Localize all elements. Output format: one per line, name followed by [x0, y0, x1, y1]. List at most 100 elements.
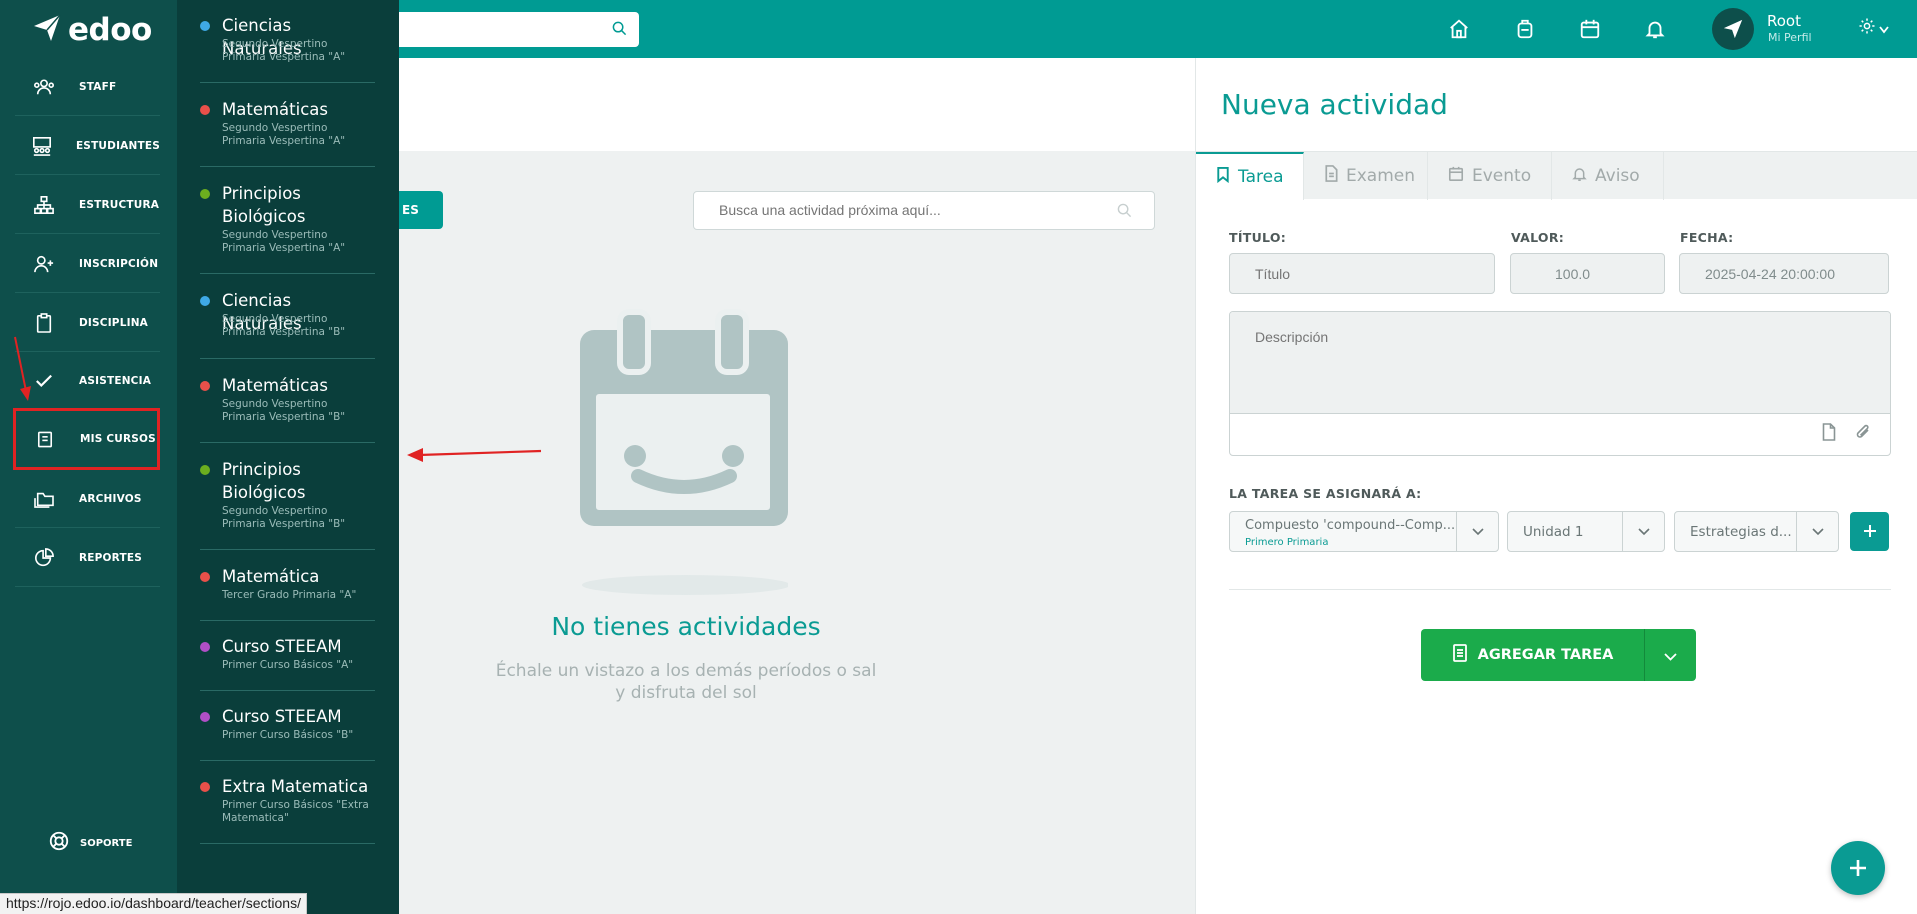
avatar[interactable] [1712, 8, 1754, 50]
add-task-dropdown[interactable] [1645, 646, 1696, 665]
tab-tarea[interactable]: Tarea [1196, 152, 1304, 200]
divider [200, 549, 375, 550]
titulo-field[interactable] [1229, 253, 1495, 294]
add-task-button[interactable]: AGREGAR TAREA [1421, 629, 1645, 681]
fecha-label: FECHA: [1680, 230, 1734, 245]
divider [1229, 589, 1891, 590]
course-section: Tercer Grado Primaria "A" [222, 589, 357, 601]
lifebuoy-icon [48, 830, 70, 856]
course-color-dot [200, 712, 210, 722]
top-search-input[interactable] [380, 12, 639, 47]
nav-item-staff[interactable]: STAFF [15, 58, 160, 116]
floating-add-button[interactable] [1831, 841, 1885, 895]
unit-select-value: Unidad 1 [1523, 524, 1584, 540]
file-icon[interactable] [1821, 423, 1836, 445]
clipboard-icon [31, 312, 57, 333]
document-icon [1324, 165, 1338, 187]
course-name: Matemática [222, 567, 320, 586]
fecha-field[interactable] [1679, 253, 1889, 294]
course-section: Segundo Vespertino Primaria Vespertina "… [222, 398, 346, 423]
user-name[interactable]: Root [1767, 12, 1801, 30]
activity-type-tabs: Tarea Examen Evento Aviso [1196, 151, 1917, 200]
search-icon[interactable] [1117, 203, 1132, 222]
course-section: Primer Curso Básicos "Extra Matematica" [222, 799, 369, 824]
strategy-select[interactable]: Estrategias d... [1674, 511, 1839, 552]
logo[interactable]: edoo [32, 12, 152, 48]
add-assignment-button[interactable] [1850, 512, 1889, 551]
nav-item-estudiantes[interactable]: ESTUDIANTES [15, 117, 160, 175]
valor-label: VALOR: [1511, 230, 1565, 245]
nav-item-archivos[interactable]: ARCHIVOS [15, 470, 160, 528]
nav-label: ESTRUCTURA [79, 198, 160, 211]
classroom-icon [31, 136, 54, 156]
support-link[interactable]: SOPORTE [48, 830, 132, 856]
nav-item-mis-cursos[interactable]: MIS CURSOS [13, 408, 160, 470]
course-select[interactable]: Compuesto 'compound--Comp... Primero Pri… [1229, 511, 1499, 552]
book-icon [32, 430, 58, 449]
assign-label: LA TAREA SE ASIGNARÁ A: [1229, 486, 1422, 501]
valor-field[interactable] [1510, 253, 1665, 294]
course-select-value: Compuesto 'compound--Comp... [1245, 518, 1456, 533]
new-activity-panel: Nueva actividad Tarea Examen Evento Avis… [1195, 58, 1917, 914]
plus-icon [1848, 851, 1868, 886]
nav-label: ASISTENCIA [79, 374, 152, 387]
home-icon[interactable] [1446, 16, 1472, 42]
tab-aviso[interactable]: Aviso [1552, 152, 1664, 200]
course-section: Segundo Vespertino Primaria Vespertina "… [222, 313, 346, 338]
nav-label: ARCHIVOS [79, 492, 142, 505]
chevron-down-icon [1879, 19, 1889, 38]
nav-item-estructura[interactable]: ESTRUCTURA [15, 176, 160, 234]
nav-item-reportes[interactable]: REPORTES [15, 529, 160, 587]
course-name: Curso STEEAM [222, 707, 342, 726]
nav-item-asistencia[interactable]: ASISTENCIA [15, 352, 160, 410]
unit-select[interactable]: Unidad 1 [1507, 511, 1665, 552]
chevron-down-icon [1456, 512, 1498, 551]
bell-icon[interactable] [1642, 16, 1668, 42]
tab-evento[interactable]: Evento [1428, 152, 1552, 200]
user-plus-icon [31, 254, 57, 274]
titulo-input[interactable] [1230, 254, 1494, 293]
activities-filter-button[interactable]: ES [399, 191, 443, 229]
nav-label: STAFF [79, 80, 117, 93]
chevron-down-icon [1796, 512, 1838, 551]
nav-item-disciplina[interactable]: DISCIPLINA [15, 294, 160, 352]
sitemap-icon [31, 195, 57, 215]
activity-search-input[interactable] [719, 202, 1099, 218]
courses-flyout: Ciencias Naturales Segundo Vespertino Pr… [177, 0, 399, 914]
activity-search[interactable] [693, 191, 1155, 230]
tab-examen[interactable]: Examen [1304, 152, 1428, 200]
course-name: Matemáticas [222, 376, 328, 395]
course-section: Primer Curso Básicos "A" [222, 659, 354, 671]
settings-menu[interactable] [1858, 17, 1889, 39]
tab-label: Tarea [1238, 167, 1284, 187]
course-name: Extra Matematica [222, 777, 369, 796]
descripcion-editor[interactable] [1229, 311, 1891, 456]
course-name: Principios Biológicos [222, 184, 306, 226]
chevron-down-icon [1622, 512, 1664, 551]
logo-text: edoo [68, 12, 152, 48]
course-color-dot [200, 105, 210, 115]
add-task-button-group: AGREGAR TAREA [1421, 629, 1696, 681]
course-color-dot [200, 465, 210, 475]
check-icon [31, 373, 57, 389]
empty-calendar-illustration [580, 309, 788, 595]
bell-icon [1572, 166, 1587, 187]
users-icon [31, 78, 57, 96]
course-select-sub: Primero Primaria [1245, 537, 1329, 548]
course-section: Segundo Vespertino Primaria Vespertina "… [222, 505, 346, 530]
fecha-input[interactable] [1680, 254, 1888, 293]
paperclip-icon[interactable] [1854, 423, 1872, 445]
course-color-dot [200, 189, 210, 199]
folders-icon [31, 490, 57, 508]
course-color-dot [200, 21, 210, 31]
calendar-icon[interactable] [1577, 16, 1603, 42]
annotation-arrow-icon [407, 448, 542, 462]
descripcion-input[interactable] [1230, 312, 1890, 414]
panel-title: Nueva actividad [1221, 88, 1448, 121]
nav-item-inscripcion[interactable]: INSCRIPCIÓN [15, 235, 160, 293]
backpack-icon[interactable] [1512, 16, 1538, 42]
valor-input[interactable] [1511, 254, 1664, 293]
profile-link[interactable]: Mi Perfil [1768, 31, 1812, 44]
tab-label: Evento [1472, 166, 1532, 186]
search-icon[interactable] [612, 21, 627, 40]
